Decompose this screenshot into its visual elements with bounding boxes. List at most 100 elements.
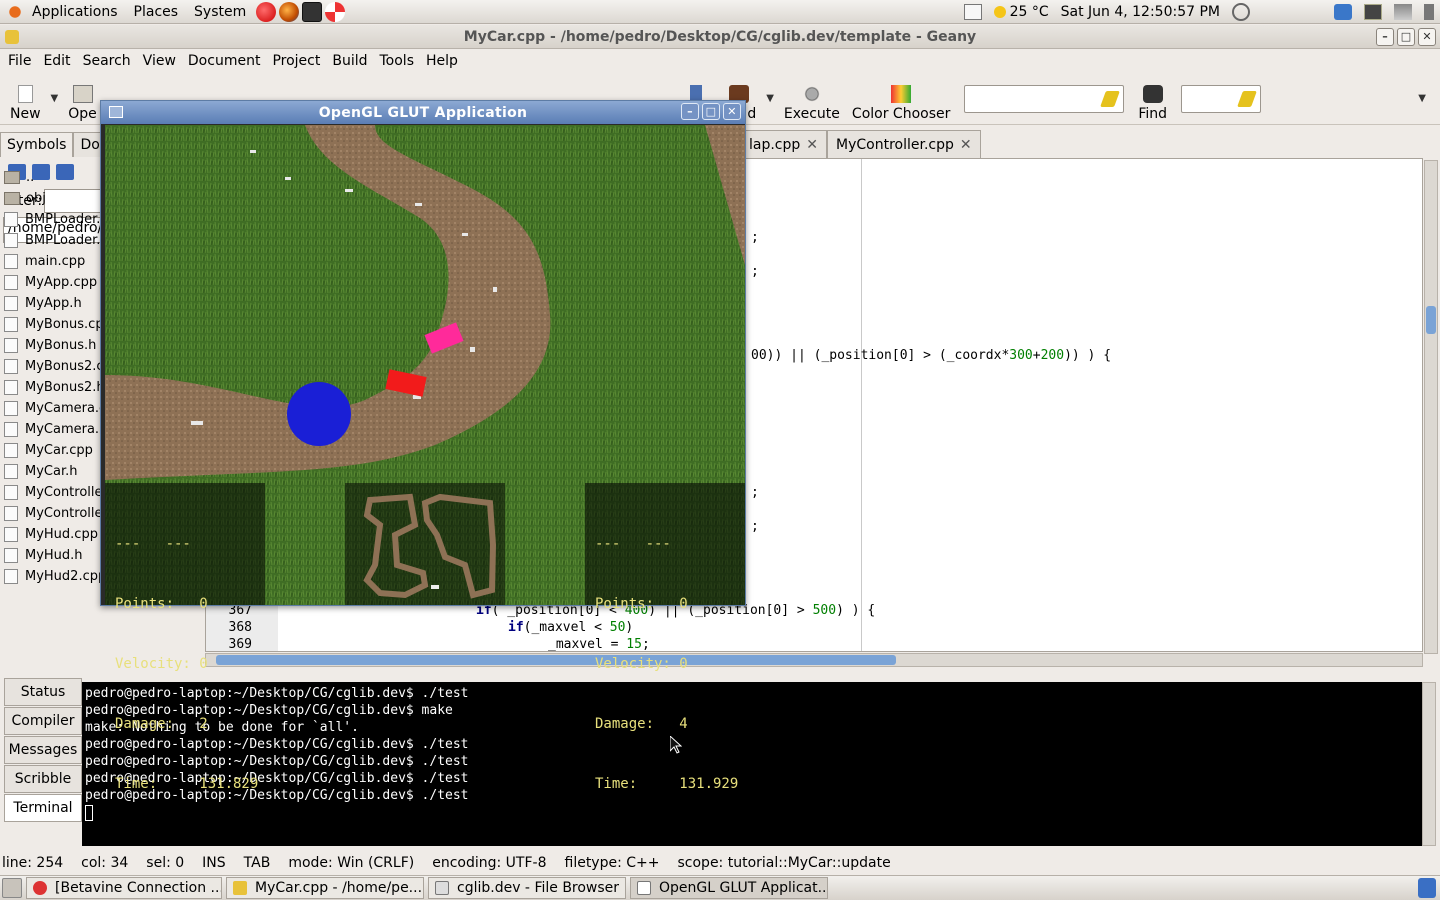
- menu-view[interactable]: View: [137, 53, 182, 69]
- execute-button[interactable]: Execute: [778, 76, 846, 122]
- new-button[interactable]: New: [4, 76, 47, 122]
- blue-ball: [287, 382, 351, 446]
- status-ins: INS: [202, 855, 226, 871]
- find-button[interactable]: Find: [1132, 76, 1173, 122]
- maximize-button[interactable]: □: [1397, 28, 1415, 46]
- terminal-line: pedro@pedro-laptop:~/Desktop/CG/cglib.de…: [85, 703, 453, 718]
- weather-applet[interactable]: 25 °C: [993, 4, 1049, 20]
- glut-titlebar[interactable]: OpenGL GLUT Application – □ ✕: [101, 101, 745, 124]
- tab-map-cpp[interactable]: lap.cpp ✕: [740, 130, 828, 158]
- clear-search-icon[interactable]: [1100, 90, 1121, 107]
- task-betavine[interactable]: [Betavine Connection ...: [26, 877, 222, 899]
- firefox-launcher-icon[interactable]: [279, 1, 300, 22]
- menu-tools[interactable]: Tools: [374, 53, 421, 69]
- window-menu-icon[interactable]: [109, 106, 123, 118]
- code-fragment: ;: [751, 519, 759, 534]
- editor-tabs: lap.cpp ✕ MyController.cpp ✕: [740, 130, 981, 158]
- new-dropdown-icon[interactable]: ▼: [51, 93, 59, 104]
- hud-velocity: Velocity: 0: [595, 656, 688, 672]
- menu-help[interactable]: Help: [420, 53, 464, 69]
- color-chooser-button[interactable]: Color Chooser: [846, 76, 956, 122]
- track-marker: [493, 287, 497, 292]
- execute-gears-icon: [801, 84, 822, 103]
- terminal[interactable]: pedro@pedro-laptop:~/Desktop/CG/cglib.de…: [82, 682, 1422, 846]
- goto-line-input[interactable]: [1181, 84, 1262, 113]
- clear-goto-icon[interactable]: [1237, 90, 1257, 107]
- track-marker: [250, 150, 256, 153]
- task-geany[interactable]: MyCar.cpp - /home/pe...: [226, 877, 424, 899]
- search-input[interactable]: [964, 84, 1125, 113]
- task-file-browser[interactable]: cglib.dev - File Browser: [428, 877, 626, 899]
- show-desktop-icon[interactable]: [2, 878, 22, 898]
- file-name: MyHud2.cpp: [25, 569, 107, 584]
- tab-mycontroller-cpp[interactable]: MyController.cpp ✕: [827, 130, 981, 158]
- task-glut[interactable]: OpenGL GLUT Applicat...: [630, 877, 828, 899]
- file-icon: [4, 254, 18, 269]
- status-encoding: encoding: UTF-8: [432, 855, 547, 871]
- menu-search[interactable]: Search: [77, 53, 137, 69]
- close-button[interactable]: ✕: [1418, 28, 1436, 46]
- file-icon: [4, 275, 18, 290]
- mail-icon[interactable]: [963, 3, 982, 20]
- tab-compiler[interactable]: Compiler: [4, 707, 82, 735]
- minimize-button[interactable]: –: [681, 103, 699, 120]
- file-icon: [4, 233, 18, 248]
- menu-edit[interactable]: Edit: [37, 53, 76, 69]
- menu-document[interactable]: Document: [182, 53, 267, 69]
- close-tab-icon[interactable]: ✕: [960, 137, 972, 153]
- open-button[interactable]: Ope: [62, 76, 103, 122]
- geany-titlebar[interactable]: MyCar.cpp - /home/pedro/Desktop/CG/cglib…: [0, 25, 1440, 49]
- build-dropdown-icon[interactable]: ▼: [766, 93, 774, 104]
- network-icon[interactable]: [1334, 3, 1352, 20]
- code-fragment: ;: [751, 264, 759, 279]
- tab-terminal[interactable]: Terminal: [4, 794, 82, 822]
- file-name: MyApp.cpp: [25, 275, 98, 290]
- menu-project[interactable]: Project: [266, 53, 326, 69]
- terminal-launcher-icon[interactable]: [302, 1, 323, 22]
- long-line-marker: [861, 159, 862, 651]
- places-menu[interactable]: Places: [126, 0, 187, 24]
- minimize-button[interactable]: –: [1376, 28, 1394, 46]
- hud-points: Points: 0: [115, 596, 208, 612]
- terminal-scrollbar[interactable]: [1422, 682, 1436, 846]
- file-name: MyBonus.h: [25, 338, 97, 353]
- ubuntu-logo-icon[interactable]: [6, 3, 24, 20]
- wireless-icon[interactable]: [1394, 3, 1412, 20]
- editor-vertical-scrollbar[interactable]: [1424, 160, 1438, 654]
- glut-window[interactable]: OpenGL GLUT Application – □ ✕ --- --- Po…: [100, 100, 746, 792]
- scrollbar-thumb[interactable]: [216, 655, 896, 665]
- help-launcher-icon[interactable]: [325, 1, 346, 22]
- file-icon: [4, 359, 18, 374]
- betavine-launcher-icon[interactable]: [256, 1, 277, 22]
- clock[interactable]: Sat Jun 4, 12:50:57 PM: [1061, 4, 1220, 20]
- scrollbar-thumb[interactable]: [1426, 306, 1436, 334]
- hud-velocity: Velocity: 0: [115, 656, 208, 672]
- menu-build[interactable]: Build: [326, 53, 373, 69]
- file-browser-icon: [435, 881, 449, 895]
- terminal-line: pedro@pedro-laptop:~/Desktop/CG/cglib.de…: [85, 686, 469, 701]
- tab-scribble[interactable]: Scribble: [4, 765, 82, 793]
- applications-menu[interactable]: Applications: [24, 0, 126, 24]
- system-menu[interactable]: System: [186, 0, 254, 24]
- geany-app-icon[interactable]: [5, 30, 19, 44]
- track-marker: [285, 177, 291, 180]
- maximize-button[interactable]: □: [702, 103, 720, 120]
- file-icon: [4, 212, 18, 227]
- trash-icon[interactable]: [1418, 878, 1436, 898]
- tab-symbols[interactable]: Symbols: [0, 132, 74, 157]
- toolbar-overflow-icon[interactable]: ▼: [1418, 93, 1426, 104]
- power-icon[interactable]: [1232, 2, 1250, 21]
- file-name: MyCar.cpp: [25, 443, 93, 458]
- battery-icon[interactable]: [1424, 3, 1434, 20]
- editor-horizontal-scrollbar[interactable]: [205, 653, 1423, 667]
- close-button[interactable]: ✕: [723, 103, 741, 120]
- terminal-line: pedro@pedro-laptop:~/Desktop/CG/cglib.de…: [85, 771, 469, 786]
- display-icon[interactable]: [1364, 3, 1382, 20]
- tab-status[interactable]: Status: [4, 678, 82, 706]
- file-name: BMPLoader.h: [25, 233, 109, 248]
- file-icon: [4, 443, 18, 458]
- close-tab-icon[interactable]: ✕: [806, 137, 818, 153]
- file-name: obj: [26, 191, 46, 206]
- menu-file[interactable]: File: [2, 53, 37, 69]
- tab-messages[interactable]: Messages: [4, 736, 82, 764]
